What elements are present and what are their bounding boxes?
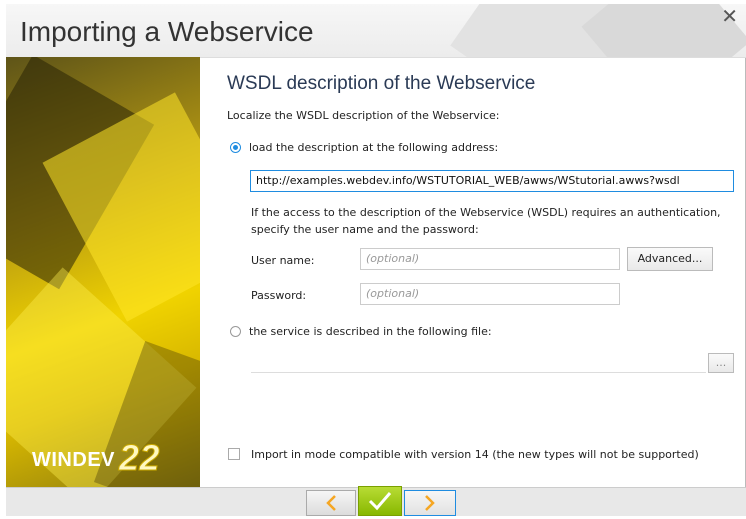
username-input[interactable]: (optional) [360, 248, 620, 270]
close-icon[interactable]: ✕ [721, 4, 738, 28]
url-option-label[interactable]: load the description at the following ad… [249, 141, 498, 154]
windev-logo: WINDEV 22 [32, 437, 160, 479]
password-label: Password: [251, 289, 307, 302]
chevron-right-icon [425, 495, 435, 511]
browse-button[interactable]: ... [708, 353, 734, 373]
file-option-label[interactable]: the service is described in the followin… [249, 325, 492, 338]
url-option-radio[interactable] [230, 142, 241, 153]
auth-note-line1: If the access to the description of the … [251, 206, 721, 219]
intro-text: Localize the WSDL description of the Web… [227, 109, 500, 122]
logo-version: 22 [118, 437, 161, 479]
logo-brand-text: WINDEV [32, 449, 115, 471]
advanced-button[interactable]: Advanced... [627, 247, 713, 271]
title-bar: Importing a Webservice ✕ [6, 4, 746, 58]
compat-checkbox[interactable] [228, 448, 240, 460]
chevron-left-icon [326, 495, 336, 511]
wizard-side-banner: WINDEV 22 [6, 57, 200, 487]
finish-button[interactable] [358, 486, 402, 516]
window-title: Importing a Webservice [20, 16, 314, 47]
previous-button[interactable] [306, 490, 356, 516]
wizard-content: WSDL description of the Webservice Local… [200, 57, 746, 487]
wsdl-url-input[interactable]: http://examples.webdev.info/WSTUTORIAL_W… [250, 170, 734, 192]
next-button[interactable] [404, 490, 456, 516]
file-path-field[interactable] [251, 372, 706, 373]
page-heading: WSDL description of the Webservice [227, 73, 536, 94]
password-input[interactable]: (optional) [360, 283, 620, 305]
compat-label[interactable]: Import in mode compatible with version 1… [251, 448, 699, 461]
username-label: User name: [251, 254, 315, 267]
file-option-radio[interactable] [230, 326, 241, 337]
auth-note-line2: specify the user name and the password: [251, 223, 479, 236]
checkmark-icon [368, 492, 392, 511]
